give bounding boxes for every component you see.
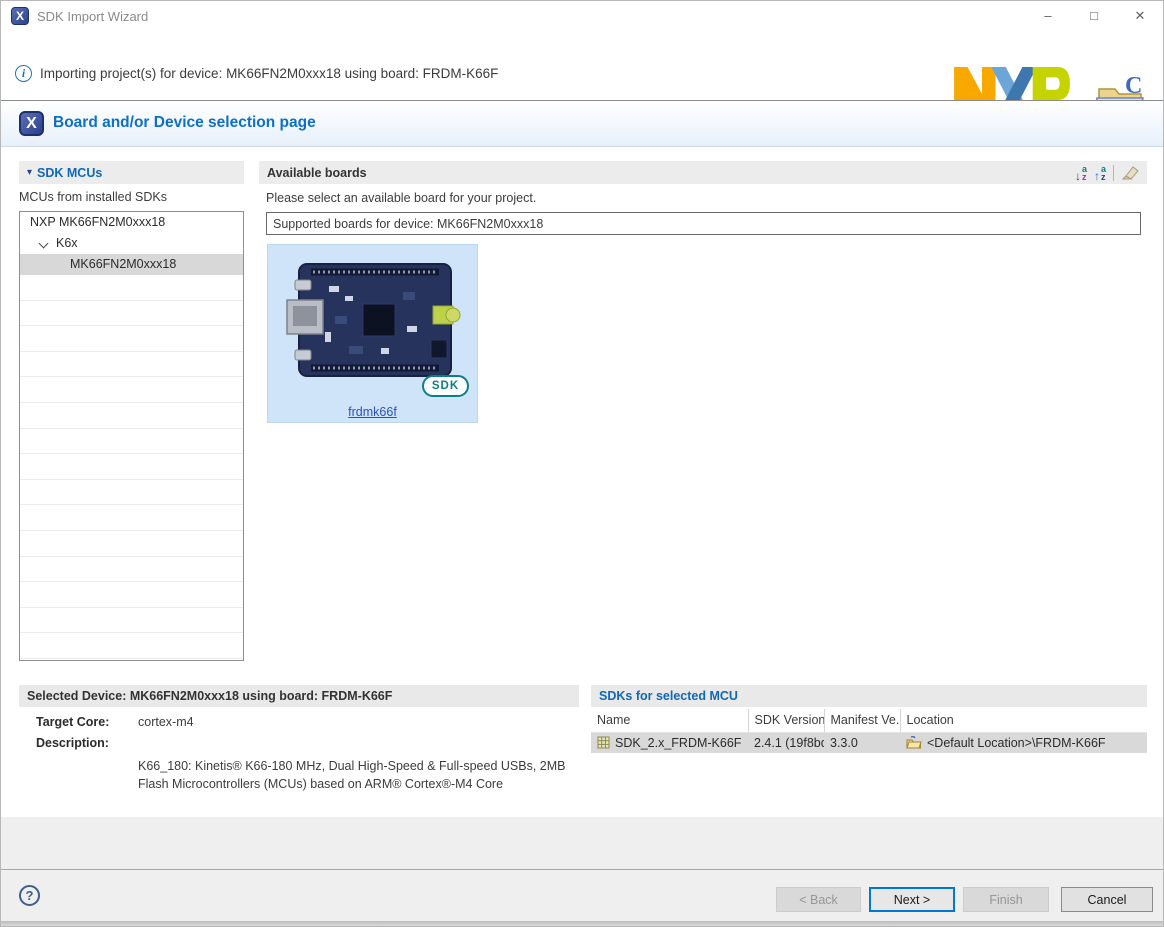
mcu-section-bar[interactable]: ▾ SDK MCUs xyxy=(19,161,244,184)
tree-empty-row xyxy=(20,352,243,378)
wizard-header: X Board and/or Device selection page xyxy=(1,100,1163,147)
sdk-table: Name SDK Version Manifest Ve... Location xyxy=(591,709,1147,753)
tree-empty-row xyxy=(20,403,243,429)
tree-empty-row xyxy=(20,505,243,531)
tree-empty-row xyxy=(20,480,243,506)
selected-device-panel: Selected Device: MK66FN2M0xxx18 using bo… xyxy=(19,685,579,793)
tree-empty-row xyxy=(20,531,243,557)
window-controls: – □ ✕ xyxy=(1025,1,1163,31)
column-name[interactable]: Name xyxy=(591,709,748,732)
tree-empty-row xyxy=(20,608,243,634)
sort-ascending-icon[interactable]: ↑az xyxy=(1094,165,1106,181)
mcu-panel: ▾ SDK MCUs MCUs from installed SDKs NXP … xyxy=(19,161,244,661)
board-sort-tools: ↓az ↑az xyxy=(1075,165,1139,181)
column-manifest-version[interactable]: Manifest Ve... xyxy=(824,709,900,732)
folder-location-icon xyxy=(906,736,922,749)
tree-empty-row xyxy=(20,557,243,583)
sdk-table-row[interactable]: SDK_2.x_FRDM-K66F 2.4.1 (19f8bd2 3.3.0 xyxy=(591,732,1147,753)
column-sdk-version[interactable]: SDK Version xyxy=(748,709,824,732)
info-bar: i Importing project(s) for device: MK66F… xyxy=(1,31,1163,100)
sdk-badge: SDK xyxy=(422,375,469,397)
help-button[interactable]: ? xyxy=(19,885,40,906)
toolbar-separator xyxy=(1113,165,1114,181)
info-message: Importing project(s) for device: MK66FN2… xyxy=(40,66,498,81)
tree-empty-row xyxy=(20,275,243,301)
tree-item-root[interactable]: NXP MK66FN2M0xxx18 xyxy=(20,212,243,233)
sdk-location: <Default Location>\FRDM-K66F xyxy=(927,736,1106,750)
mcu-section-title: SDK MCUs xyxy=(37,166,102,180)
sdks-panel: SDKs for selected MCU Name SDK Version M… xyxy=(591,685,1147,753)
sdk-manifest-version: 3.3.0 xyxy=(824,732,900,753)
clear-filter-eraser-icon[interactable] xyxy=(1121,166,1139,180)
info-icon: i xyxy=(15,65,32,82)
tree-item-mcu-selected[interactable]: MK66FN2M0xxx18 xyxy=(20,254,243,275)
close-button[interactable]: ✕ xyxy=(1117,1,1163,31)
boards-section-bar: Available boards ↓az ↑az xyxy=(259,161,1147,184)
collapse-triangle-icon: ▾ xyxy=(27,167,32,178)
target-core-label: Target Core: xyxy=(36,715,138,729)
sdk-table-header-row: Name SDK Version Manifest Ve... Location xyxy=(591,709,1147,732)
tree-empty-row xyxy=(20,582,243,608)
window-bottom-edge xyxy=(1,921,1163,927)
back-button[interactable]: < Back xyxy=(776,887,861,912)
page-title: Board and/or Device selection page xyxy=(53,114,316,132)
mcu-tree: NXP MK66FN2M0xxx18 K6x MK66FN2M0xxx18 xyxy=(19,211,244,661)
cancel-button[interactable]: Cancel xyxy=(1061,887,1153,912)
sdk-import-wizard-window: X SDK Import Wizard – □ ✕ i Importing pr… xyxy=(0,0,1164,927)
maximize-button[interactable]: □ xyxy=(1071,1,1117,31)
tree-item-label: K6x xyxy=(56,233,78,254)
tree-empty-row xyxy=(20,633,243,659)
boards-section-title: Available boards xyxy=(267,166,367,180)
tree-empty-row xyxy=(20,429,243,455)
tree-empty-row xyxy=(20,377,243,403)
mcu-subtitle: MCUs from installed SDKs xyxy=(19,190,244,206)
chevron-expanded-icon[interactable] xyxy=(40,239,49,248)
board-search-input[interactable] xyxy=(266,212,1141,235)
sdk-version: 2.4.1 (19f8bd2 xyxy=(748,732,824,753)
sdk-package-icon xyxy=(597,736,610,749)
board-name-link[interactable]: frdmk66f xyxy=(268,405,477,419)
button-bar: ? < Back Next > Finish Cancel xyxy=(1,869,1163,921)
next-button[interactable]: Next > xyxy=(869,887,955,912)
title-bar: X SDK Import Wizard – □ ✕ xyxy=(1,1,1163,31)
device-description: K66_180: Kinetis® K66-180 MHz, Dual High… xyxy=(138,757,590,793)
device-details: Target Core: cortex-m4 Description: K66_… xyxy=(19,715,579,793)
sdks-panel-header: SDKs for selected MCU xyxy=(591,685,1147,707)
page-icon: X xyxy=(19,111,44,136)
app-icon: X xyxy=(11,7,29,25)
tree-item-family[interactable]: K6x xyxy=(20,233,243,254)
window-title: SDK Import Wizard xyxy=(37,9,148,24)
minimize-button[interactable]: – xyxy=(1025,1,1071,31)
svg-text:C: C xyxy=(1125,73,1142,99)
boards-hint: Please select an available board for you… xyxy=(266,191,1147,207)
board-photo xyxy=(285,256,462,386)
sort-descending-icon[interactable]: ↓az xyxy=(1075,165,1087,181)
tree-empty-row xyxy=(20,301,243,327)
footer-spacer xyxy=(1,817,1163,869)
sdk-name: SDK_2.x_FRDM-K66F xyxy=(615,736,741,750)
tree-empty-row xyxy=(20,326,243,352)
description-label: Description: xyxy=(36,736,138,750)
target-core-value: cortex-m4 xyxy=(138,715,194,729)
finish-button[interactable]: Finish xyxy=(963,887,1049,912)
column-location[interactable]: Location xyxy=(900,709,1147,732)
board-card-frdmk66f[interactable]: SDK frdmk66f xyxy=(267,244,478,423)
boards-panel: Available boards ↓az ↑az Please select a… xyxy=(259,161,1147,423)
wizard-content: ▾ SDK MCUs MCUs from installed SDKs NXP … xyxy=(1,148,1163,817)
tree-empty-row xyxy=(20,454,243,480)
selected-device-header: Selected Device: MK66FN2M0xxx18 using bo… xyxy=(19,685,579,707)
